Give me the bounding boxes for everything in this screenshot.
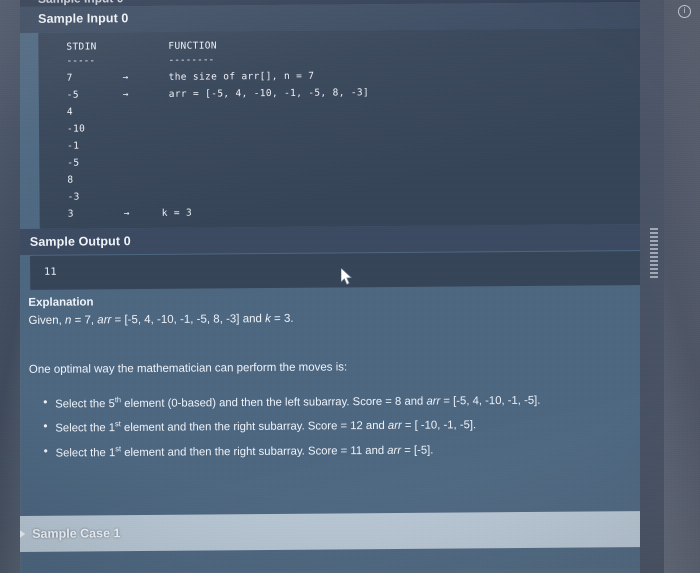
move-prefix: Select the [55, 398, 109, 411]
map-arrow-icon: → [122, 89, 129, 101]
stdin-value: -5 [66, 89, 79, 101]
stdin-value: -10 [66, 123, 86, 135]
map-arrow-icon: → [123, 208, 130, 220]
screenshot-photo: Sample Input 0 Sample Input 0 STDIN FUNC… [0, 0, 700, 573]
monitor-edge-right [640, 0, 664, 573]
optimal-moves-list: Select the 5th element (0-based) and the… [29, 392, 541, 469]
move-prefix: Select the [55, 446, 109, 460]
move-middle: element (0-based) and then the left suba… [121, 395, 427, 410]
sample-output-heading: Sample Output 0 [29, 234, 131, 249]
move-middle: element and then the right subarray. Sco… [121, 444, 388, 459]
sample-output-value: 11 [44, 266, 57, 278]
move-arr-var: arr [387, 420, 402, 433]
move-arr-var: arr [426, 395, 441, 408]
move-middle: element and then the right subarray. Sco… [120, 420, 388, 435]
stdin-value: 4 [66, 106, 74, 118]
function-desc: the size of arr[], n = 7 [168, 70, 315, 83]
move-suffix: = [-5]. [401, 444, 434, 457]
function-column-rule: -------- [168, 54, 215, 66]
given-n-value: = 7, [71, 314, 98, 327]
explanation-intro: One optimal way the mathematician can pe… [28, 361, 348, 376]
list-item: Select the 1st element and then the righ… [55, 416, 540, 436]
given-arr-var: arr [97, 314, 112, 327]
monitor-bezel-left [0, 0, 20, 573]
stdin-value: -5 [67, 157, 80, 169]
scrollbar-texture[interactable] [650, 228, 658, 280]
monitor-bezel-right [664, 0, 700, 573]
list-item: Select the 5th element (0-based) and the… [55, 392, 540, 412]
stdin-column-rule: ----- [66, 55, 96, 67]
stdin-column-header: STDIN [66, 41, 97, 53]
stdin-value: -1 [67, 140, 80, 152]
function-desc: arr = [-5, 4, -10, -1, -5, 8, -3] [168, 87, 370, 100]
move-suffix: = [ -10, -1, -5]. [401, 419, 477, 433]
stdin-value: 7 [66, 72, 73, 84]
given-k-value: = 3. [270, 312, 294, 326]
cutoff-heading-text: Sample Input 0 [38, 0, 123, 6]
map-arrow-icon: → [122, 72, 129, 84]
stdin-value: 3 [67, 208, 74, 220]
function-column-header: FUNCTION [168, 40, 217, 52]
explanation-given-line: Given, n = 7, arr = [-5, 4, -10, -1, -5,… [28, 312, 293, 328]
sample-case-1-label[interactable]: Sample Case 1 [32, 526, 120, 541]
mouse-cursor-icon [341, 268, 353, 285]
given-arr-value: = [-5, 4, -10, -1, -5, 8, -3] and [111, 313, 266, 327]
list-item: Select the 1st element and then the righ… [55, 441, 540, 461]
sample-input-codeblock: STDIN FUNCTION ----- -------- 7 → the si… [38, 27, 668, 229]
stdin-value: -3 [67, 191, 80, 203]
function-desc: k = 3 [161, 207, 193, 219]
stdin-value: 8 [67, 174, 74, 186]
problem-statement-page: Sample Input 0 Sample Input 0 STDIN FUNC… [4, 0, 671, 573]
info-circle-icon[interactable]: i [678, 5, 691, 18]
given-prefix: Given, [28, 314, 66, 327]
explanation-heading: Explanation [28, 296, 94, 309]
move-arr-var: arr [387, 444, 402, 457]
sample-input-heading: Sample Input 0 [38, 11, 129, 26]
move-suffix: = [-5, 4, -10, -1, -5]. [440, 394, 541, 408]
move-prefix: Select the [55, 422, 109, 435]
